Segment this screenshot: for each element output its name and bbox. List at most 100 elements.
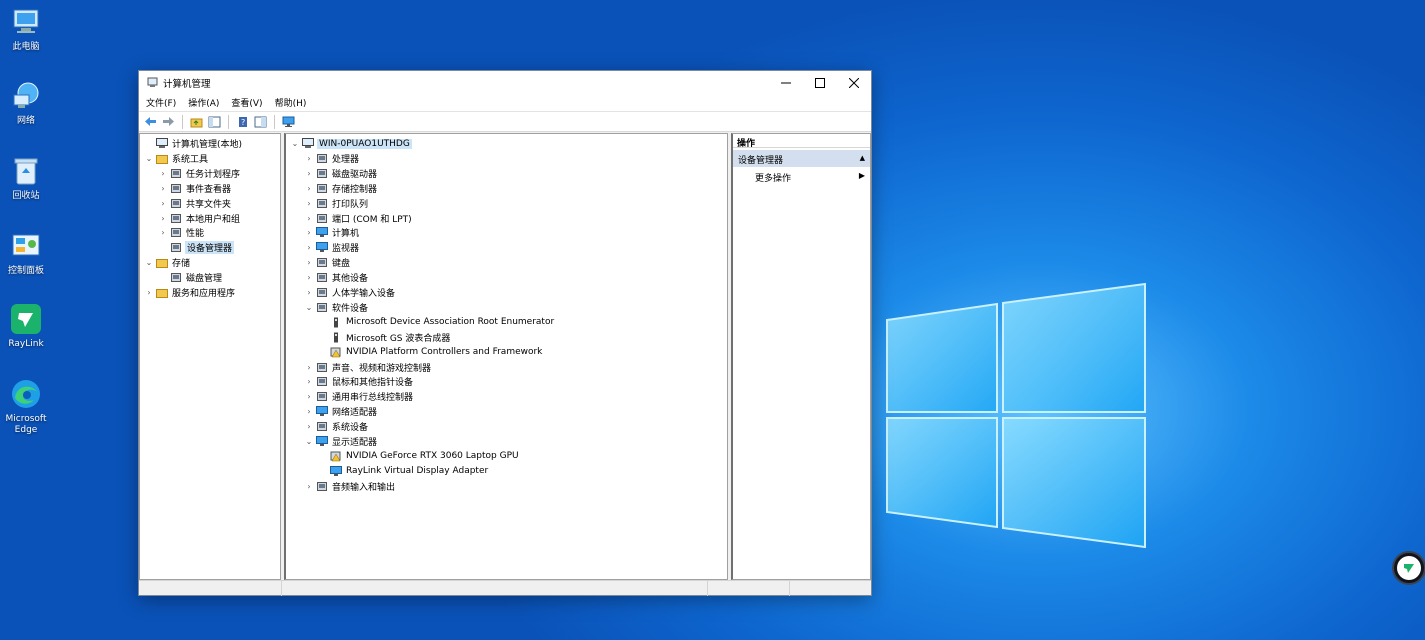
- expand-chevron-icon[interactable]: ›: [304, 228, 314, 237]
- expand-chevron-icon[interactable]: ›: [304, 214, 314, 223]
- tree-item[interactable]: 设备管理器: [158, 240, 234, 255]
- expand-chevron-icon[interactable]: ›: [304, 482, 314, 491]
- expand-chevron-icon[interactable]: ›: [158, 199, 168, 208]
- tree-item[interactable]: ›计算机: [304, 225, 360, 240]
- menu-help[interactable]: 帮助(H): [275, 96, 307, 109]
- desktop-icon-recycle-bin[interactable]: 回收站: [0, 155, 52, 202]
- tree-item[interactable]: ›共享文件夹: [158, 196, 232, 211]
- expand-chevron-icon[interactable]: ›: [304, 169, 314, 178]
- raylink-logo-icon: [1402, 561, 1416, 575]
- desktop-icon-control-panel[interactable]: 控制面板: [0, 230, 52, 277]
- tree-item[interactable]: ›通用串行总线控制器: [304, 389, 414, 404]
- collapse-chevron-icon[interactable]: ⌄: [290, 139, 300, 148]
- tree-item[interactable]: ›鼠标和其他指针设备: [304, 374, 414, 389]
- tree-item-label: WIN-0PUAO1UTHDG: [317, 139, 412, 149]
- menu-file[interactable]: 文件(F): [146, 96, 176, 109]
- desktop-icon-computer[interactable]: 此电脑: [0, 6, 52, 53]
- desktop-icon-label: RayLink: [0, 339, 52, 350]
- tree-item[interactable]: ⌄软件设备: [304, 300, 369, 315]
- desktop-icon-network[interactable]: 网络: [0, 80, 52, 127]
- tree-node-icon: [156, 138, 168, 150]
- tree-item[interactable]: ⌄显示适配器: [304, 434, 378, 449]
- tree-item[interactable]: ⌄ WIN-0PUAO1UTHDG: [290, 136, 412, 151]
- tree-item[interactable]: Microsoft Device Association Root Enumer…: [318, 315, 555, 330]
- tree-item[interactable]: › 人体学输入设备: [304, 285, 396, 300]
- desktop-icon-edge[interactable]: Microsoft Edge: [0, 378, 52, 436]
- tree-item[interactable]: NVIDIA GeForce RTX 3060 Laptop GPU: [318, 449, 520, 464]
- tree-item[interactable]: ›监视器: [304, 240, 360, 255]
- tree-item[interactable]: ›音频输入和输出: [304, 479, 396, 494]
- collapse-chevron-icon[interactable]: ⌄: [144, 258, 154, 267]
- tree-item[interactable]: ›声音、视频和游戏控制器: [304, 360, 432, 375]
- maximize-button[interactable]: [803, 71, 837, 94]
- properties-button[interactable]: [253, 114, 268, 129]
- tree-item[interactable]: ›系统设备: [304, 419, 369, 434]
- tree-item[interactable]: ›性能: [158, 225, 205, 240]
- title-bar[interactable]: 计算机管理: [139, 71, 871, 94]
- actions-section-device-manager[interactable]: 设备管理器 ▲: [733, 150, 871, 167]
- raylink-floating-button[interactable]: [1392, 551, 1425, 585]
- collapse-chevron-icon[interactable]: ⌄: [304, 437, 314, 446]
- tree-item[interactable]: ›处理器: [304, 151, 360, 166]
- tree-item-label: 存储控制器: [331, 182, 378, 195]
- window-title: 计算机管理: [163, 76, 211, 90]
- tree-node-icon: [170, 242, 182, 254]
- tree-item[interactable]: ›其他设备: [304, 270, 369, 285]
- expand-chevron-icon[interactable]: ›: [304, 184, 314, 193]
- expand-chevron-icon[interactable]: ›: [304, 154, 314, 163]
- back-button[interactable]: [143, 114, 158, 129]
- tree-item[interactable]: ⌄存储: [144, 255, 191, 270]
- tree-item[interactable]: ›键盘: [304, 255, 351, 270]
- tree-item[interactable]: ⌄系统工具: [144, 151, 209, 166]
- tree-item-label: 人体学输入设备: [331, 286, 396, 299]
- tree-item[interactable]: Microsoft GS 波表合成器: [318, 330, 451, 345]
- collapse-chevron-icon[interactable]: ⌄: [144, 154, 154, 163]
- minimize-button[interactable]: [769, 71, 803, 94]
- tree-item[interactable]: RayLink Virtual Display Adapter: [318, 464, 489, 479]
- tree-item[interactable]: ›网络适配器: [304, 404, 378, 419]
- desktop-icon-raylink[interactable]: RayLink: [0, 303, 52, 350]
- expand-chevron-icon[interactable]: ›: [304, 243, 314, 252]
- help-book-icon: ?: [237, 116, 249, 128]
- tree-item[interactable]: › 存储控制器: [304, 181, 378, 196]
- expand-chevron-icon[interactable]: ›: [304, 199, 314, 208]
- collapse-chevron-icon[interactable]: ⌄: [304, 303, 314, 312]
- tree-item[interactable]: › 事件查看器: [158, 181, 232, 196]
- up-folder-button[interactable]: [189, 114, 204, 129]
- expand-chevron-icon[interactable]: ›: [158, 214, 168, 223]
- help-button[interactable]: ?: [235, 114, 250, 129]
- expand-chevron-icon[interactable]: ›: [304, 363, 314, 372]
- show-hide-tree-button[interactable]: [207, 114, 222, 129]
- expand-chevron-icon[interactable]: ›: [158, 228, 168, 237]
- monitor-button[interactable]: [281, 114, 296, 129]
- tree-item[interactable]: › 端口 (COM 和 LPT): [304, 211, 413, 226]
- expand-chevron-icon[interactable]: ›: [304, 377, 314, 386]
- close-button[interactable]: [837, 71, 871, 94]
- tree-item[interactable]: 磁盘管理: [158, 270, 223, 285]
- more-actions-item[interactable]: 更多操作 ▶: [733, 169, 871, 184]
- menu-view[interactable]: 查看(V): [231, 96, 262, 109]
- tree-item[interactable]: ›任务计划程序: [158, 166, 241, 181]
- tree-item[interactable]: 计算机管理(本地): [144, 136, 243, 151]
- forward-button[interactable]: [161, 114, 176, 129]
- tree-item[interactable]: ›磁盘驱动器: [304, 166, 378, 181]
- expand-chevron-icon[interactable]: ›: [304, 273, 314, 282]
- menu-action[interactable]: 操作(A): [188, 96, 219, 109]
- console-tree-icon: [208, 116, 221, 128]
- tree-item[interactable]: NVIDIA Platform Controllers and Framewor…: [318, 345, 543, 360]
- computer-icon: [10, 6, 42, 38]
- expand-chevron-icon[interactable]: ›: [304, 392, 314, 401]
- expand-chevron-icon[interactable]: ›: [304, 407, 314, 416]
- tree-item[interactable]: ›本地用户和组: [158, 211, 241, 226]
- tree-item[interactable]: ›服务和应用程序: [144, 285, 236, 300]
- status-bar: [139, 580, 871, 595]
- expand-chevron-icon[interactable]: ›: [304, 258, 314, 267]
- expand-chevron-icon[interactable]: ›: [144, 288, 154, 297]
- expand-chevron-icon[interactable]: ›: [304, 422, 314, 431]
- tree-item-label: 端口 (COM 和 LPT): [331, 212, 413, 225]
- expand-chevron-icon[interactable]: ›: [158, 169, 168, 178]
- expand-chevron-icon[interactable]: ›: [304, 288, 314, 297]
- tree-item[interactable]: ›打印队列: [304, 196, 369, 211]
- tree-item-label: 事件查看器: [185, 182, 232, 195]
- expand-chevron-icon[interactable]: ›: [158, 184, 168, 193]
